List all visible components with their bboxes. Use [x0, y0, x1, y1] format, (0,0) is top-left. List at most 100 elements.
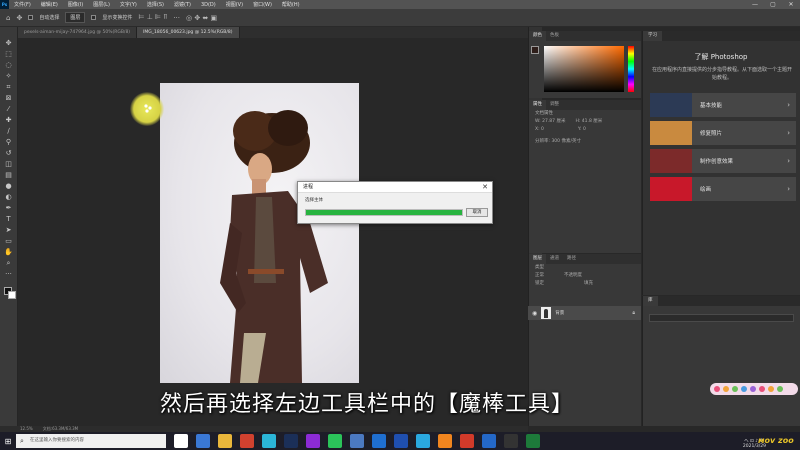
taskbar-app-icon[interactable]: [196, 434, 210, 448]
magic-wand-tool-icon[interactable]: ✧: [4, 72, 14, 80]
hand-tool-icon[interactable]: ✋: [4, 248, 14, 256]
close-icon[interactable]: ✕: [782, 0, 800, 9]
tab-learn[interactable]: 学习: [643, 31, 662, 41]
tab-color[interactable]: 颜色: [529, 31, 546, 41]
crop-tool-icon[interactable]: ⌗: [4, 83, 14, 91]
background-color-swatch[interactable]: [8, 291, 16, 299]
path-selection-icon[interactable]: ➤: [4, 226, 14, 234]
rectangle-tool-icon[interactable]: ▭: [4, 237, 14, 245]
tab-paths[interactable]: 路径: [563, 254, 580, 264]
width-value[interactable]: W: 27.87 厘米: [535, 118, 565, 126]
eraser-tool-icon[interactable]: ◫: [4, 160, 14, 168]
color-picker-field[interactable]: [544, 46, 624, 92]
x-value[interactable]: X: 0: [535, 126, 544, 134]
history-brush-icon[interactable]: ↺: [4, 149, 14, 157]
taskbar-app-icon[interactable]: [394, 434, 408, 448]
taskbar-app-icon[interactable]: [284, 434, 298, 448]
taskbar-app-icon[interactable]: [416, 434, 430, 448]
auto-select-checkbox[interactable]: [28, 15, 34, 20]
tab-libraries[interactable]: 库: [643, 296, 658, 306]
sticker-icon[interactable]: [750, 386, 756, 392]
blur-tool-icon[interactable]: ●: [4, 182, 14, 190]
cancel-button[interactable]: 取消: [466, 208, 488, 217]
blend-mode-dropdown[interactable]: 正常: [535, 272, 544, 280]
pen-tool-icon[interactable]: ✒: [4, 204, 14, 212]
height-value[interactable]: H: 41.8 厘米: [575, 118, 602, 126]
type-tool-icon[interactable]: T: [4, 215, 14, 223]
learn-card-basic-skills[interactable]: 基本技能 ›: [650, 93, 796, 117]
photoshop-logo-icon[interactable]: Ps: [0, 0, 9, 9]
taskbar-app-icon[interactable]: [218, 434, 232, 448]
menu-select[interactable]: 选择(S): [142, 1, 169, 8]
gradient-tool-icon[interactable]: ▤: [4, 171, 14, 179]
taskbar-app-icon[interactable]: [240, 434, 254, 448]
menu-help[interactable]: 帮助(H): [277, 1, 305, 8]
transform-controls-checkbox[interactable]: [91, 15, 97, 20]
menu-type[interactable]: 文字(Y): [115, 1, 142, 8]
library-search-input[interactable]: [649, 314, 794, 322]
layer-kind-filter[interactable]: 类型: [529, 264, 641, 272]
move-tool-icon[interactable]: ✥: [4, 39, 14, 47]
taskbar-app-icon[interactable]: [482, 434, 496, 448]
sticker-icon[interactable]: [723, 386, 729, 392]
brush-tool-icon[interactable]: ∕: [4, 127, 14, 135]
learn-card-fix-photo[interactable]: 修复照片 ›: [650, 121, 796, 145]
taskbar-app-icon[interactable]: [328, 434, 342, 448]
menu-3d[interactable]: 3D(D): [196, 2, 221, 8]
learn-card-painting[interactable]: 绘画 ›: [650, 177, 796, 201]
zoom-tool-icon[interactable]: ⌕: [4, 259, 14, 267]
sticker-icon[interactable]: [777, 386, 783, 392]
menu-image[interactable]: 图像(I): [63, 1, 88, 8]
document-image[interactable]: [160, 83, 359, 383]
maximize-icon[interactable]: ▢: [764, 0, 782, 9]
lasso-tool-icon[interactable]: ◌: [4, 61, 14, 69]
start-icon[interactable]: ⊞: [0, 437, 16, 446]
foreground-background-swatch[interactable]: [531, 46, 539, 54]
learn-card-creative-effects[interactable]: 制作创意效果 ›: [650, 149, 796, 173]
taskbar-search-input[interactable]: 在这里输入你要搜索的内容: [16, 434, 166, 448]
eyedropper-tool-icon[interactable]: ⁄: [4, 105, 14, 113]
healing-brush-icon[interactable]: ✚: [4, 116, 14, 124]
taskbar-app-icon[interactable]: [526, 434, 540, 448]
close-icon[interactable]: ✕: [482, 182, 488, 193]
taskbar-app-icon[interactable]: [504, 434, 518, 448]
sticker-icon[interactable]: [768, 386, 774, 392]
clone-stamp-icon[interactable]: ⚲: [4, 138, 14, 146]
home-icon[interactable]: ⌂: [6, 14, 10, 22]
tab-channels[interactable]: 通道: [546, 254, 563, 264]
taskbar-app-icon[interactable]: [174, 434, 188, 448]
menu-filter[interactable]: 滤镜(T): [169, 1, 196, 8]
menu-file[interactable]: 文件(F): [9, 1, 36, 8]
menu-edit[interactable]: 编辑(E): [36, 1, 63, 8]
taskbar-app-icon[interactable]: [460, 434, 474, 448]
align-icon[interactable]: ⊨ ⊥ ⊫ ⫪: [138, 13, 167, 22]
auto-select-dropdown[interactable]: 图层: [65, 12, 86, 23]
menu-view[interactable]: 视图(V): [221, 1, 248, 8]
taskbar-app-icon[interactable]: [306, 434, 320, 448]
tab-document-1[interactable]: pexels-aiman-mijay-747964.jpg @ 50%(RGB/…: [18, 27, 138, 38]
menu-window[interactable]: 窗口(W): [248, 1, 277, 8]
taskbar-app-icon[interactable]: [372, 434, 386, 448]
sticker-icon[interactable]: [759, 386, 765, 392]
tab-layers[interactable]: 图层: [529, 254, 546, 264]
more-tools-icon[interactable]: ···: [4, 270, 14, 278]
visibility-eye-icon[interactable]: ◉: [532, 310, 537, 317]
taskbar-app-icon[interactable]: [350, 434, 364, 448]
sticker-icon[interactable]: [714, 386, 720, 392]
tab-properties[interactable]: 属性: [529, 100, 546, 110]
hue-slider[interactable]: [628, 46, 634, 92]
tab-adjustments[interactable]: 调整: [546, 100, 563, 110]
marquee-tool-icon[interactable]: ⬚: [4, 50, 14, 58]
sticker-icon[interactable]: [732, 386, 738, 392]
sticker-icon[interactable]: [741, 386, 747, 392]
taskbar-app-icon[interactable]: [262, 434, 276, 448]
minimize-icon[interactable]: —: [746, 0, 764, 9]
taskbar-app-icon[interactable]: [438, 434, 452, 448]
menu-layer[interactable]: 图层(L): [88, 1, 115, 8]
tab-document-2[interactable]: IMG_18056_00623.jpg @ 12.5%(RGB/8): [137, 27, 240, 38]
y-value[interactable]: Y: 0: [578, 126, 586, 134]
move-tool-icon[interactable]: ✥: [16, 14, 22, 22]
layer-row-background[interactable]: ◉ 背景 🔒︎: [528, 306, 641, 320]
tab-swatches[interactable]: 色板: [546, 31, 563, 41]
dodge-tool-icon[interactable]: ◐: [4, 193, 14, 201]
